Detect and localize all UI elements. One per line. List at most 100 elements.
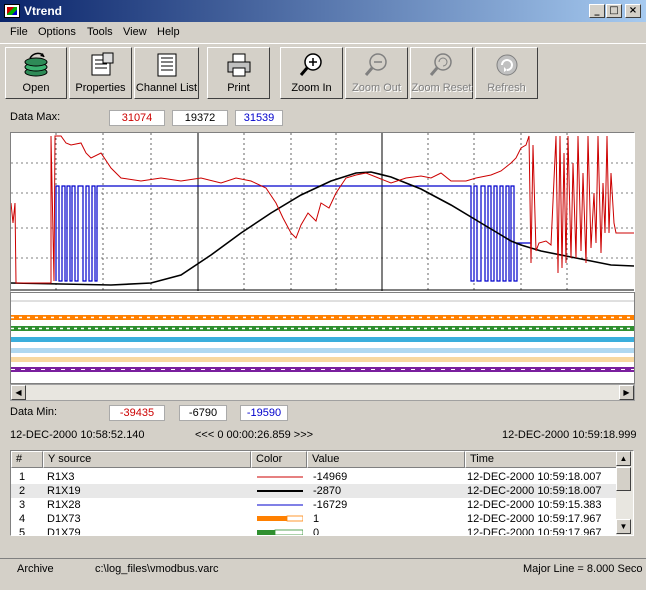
open-label: Open	[22, 82, 50, 94]
digital-channel-lightblue	[11, 348, 634, 353]
table-row[interactable]: 4 D1X73 1 12-DEC-2000 10:59:17.967	[11, 512, 617, 526]
refresh-label: Refresh	[487, 82, 526, 94]
data-min-value-2: -6790	[179, 405, 227, 421]
table-vertical-scrollbar[interactable]: ▲ ▼	[616, 451, 633, 535]
col-color[interactable]: Color	[251, 451, 307, 468]
row-source: R1X19	[47, 485, 81, 497]
row-source: D1X73	[47, 513, 81, 525]
close-icon[interactable]: ×	[625, 4, 641, 18]
row-source: R1X3	[47, 471, 75, 483]
menu-tools[interactable]: Tools	[87, 26, 113, 38]
orange-bar-swatch	[257, 515, 303, 522]
channel-list-button[interactable]: Channel List	[134, 47, 199, 99]
data-max-value-3: 31539	[235, 110, 283, 126]
maximize-icon[interactable]: □	[606, 4, 622, 18]
table-row[interactable]: 2 R1X19 -2870 12-DEC-2000 10:59:18.007	[11, 484, 617, 498]
properties-icon	[91, 52, 113, 76]
data-max-label: Data Max:	[10, 111, 61, 123]
menu-file[interactable]: File	[10, 26, 28, 38]
data-min-value-3: -19590	[240, 405, 288, 421]
zoom-in-button[interactable]: Zoom In	[280, 47, 343, 99]
zoom-out-icon	[364, 53, 387, 76]
black-line-swatch	[257, 490, 303, 492]
table-row[interactable]: 3 R1X28 -16729 12-DEC-2000 10:59:15.383	[11, 498, 617, 512]
time-end: 12-DEC-2000 10:59:18.999	[502, 429, 637, 441]
table-row[interactable]: 1 R1X3 -14969 12-DEC-2000 10:59:18.007	[11, 470, 617, 484]
toolbar: Open Properties Channel List Print Zoom …	[0, 43, 646, 99]
print-label: Print	[227, 82, 250, 94]
list-icon	[157, 53, 176, 77]
data-min-label: Data Min:	[10, 406, 58, 418]
blue-line-swatch	[257, 504, 303, 506]
trend-chart[interactable]	[10, 132, 635, 292]
grid-major	[11, 133, 634, 291]
col-y-source[interactable]: Y source	[43, 451, 251, 468]
menu-bar: File Options Tools View Help	[0, 22, 646, 42]
window-title: Vtrend	[24, 4, 63, 18]
data-max-value-2: 19372	[172, 110, 228, 126]
zoom-out-button[interactable]: Zoom Out	[345, 47, 408, 99]
channel-table[interactable]: # Y source Color Value Time 1 R1X3 -1496…	[10, 450, 634, 536]
digital-channel-cyan	[11, 337, 634, 342]
digital-strip[interactable]	[10, 292, 635, 384]
zoom-in-label: Zoom In	[291, 82, 332, 94]
row-time: 12-DEC-2000 10:59:17.967	[467, 513, 602, 525]
col-value[interactable]: Value	[307, 451, 465, 468]
row-time: 12-DEC-2000 10:59:18.007	[467, 471, 602, 483]
row-num: 1	[19, 471, 26, 483]
row-value: -16729	[313, 499, 348, 511]
red-line-swatch	[257, 476, 303, 478]
menu-help[interactable]: Help	[157, 26, 180, 38]
green-bar-swatch	[257, 529, 303, 535]
digital-channel-peach	[11, 357, 634, 362]
archive-label: Archive	[17, 563, 54, 575]
row-num: 3	[19, 499, 26, 511]
properties-button[interactable]: Properties	[69, 47, 132, 99]
scroll-up-icon[interactable]: ▲	[616, 451, 631, 466]
row-time: 12-DEC-2000 10:59:18.007	[467, 485, 602, 497]
status-bar: Archive c:\log_files\vmodbus.varc Major …	[0, 558, 646, 578]
row-time: 12-DEC-2000 10:59:17.967	[467, 527, 602, 536]
menu-view[interactable]: View	[123, 26, 147, 38]
title-bar: Vtrend _ □ ×	[0, 0, 646, 22]
print-button[interactable]: Print	[207, 47, 270, 99]
data-min-value-1: -39435	[109, 405, 165, 421]
disk-stack-icon	[24, 52, 48, 77]
refresh-button[interactable]: Refresh	[475, 47, 538, 99]
scroll-thumb[interactable]	[616, 467, 631, 491]
row-num: 5	[19, 527, 26, 536]
chart-horizontal-scrollbar[interactable]: ◀ ▶	[10, 384, 635, 401]
printer-icon	[227, 53, 250, 77]
row-time: 12-DEC-2000 10:59:15.383	[467, 499, 602, 511]
zoom-out-label: Zoom Out	[352, 82, 401, 94]
data-max-value-1: 31074	[109, 110, 165, 126]
row-value: -2870	[313, 485, 342, 497]
time-start: 12-DEC-2000 10:58:52.140	[10, 429, 145, 441]
scroll-left-icon[interactable]: ◀	[11, 385, 26, 400]
row-num: 2	[19, 485, 26, 497]
scroll-down-icon[interactable]: ▼	[616, 519, 631, 534]
col-num[interactable]: #	[11, 451, 43, 468]
zoom-reset-icon	[429, 53, 452, 76]
row-value: -14969	[313, 471, 348, 483]
series-black-curve	[10, 171, 635, 286]
row-num: 4	[19, 513, 26, 525]
row-source: D1X79	[47, 527, 81, 536]
series-red-trace	[10, 135, 634, 284]
zoom-reset-button[interactable]: Zoom Reset	[410, 47, 473, 99]
digital-plot	[11, 300, 634, 372]
minimize-icon[interactable]: _	[589, 4, 605, 18]
refresh-icon	[496, 54, 517, 76]
col-time[interactable]: Time	[465, 451, 617, 468]
menu-options[interactable]: Options	[38, 26, 76, 38]
scroll-right-icon[interactable]: ▶	[619, 385, 634, 400]
trend-plot	[10, 133, 635, 291]
open-button[interactable]: Open	[5, 47, 67, 99]
grid-minor	[11, 133, 634, 291]
channel-list-label: Channel List	[135, 82, 198, 94]
table-header: # Y source Color Value Time	[11, 451, 617, 468]
time-span: <<< 0 00:00:26.859 >>>	[195, 429, 314, 441]
zoom-in-icon	[299, 53, 322, 76]
app-icon	[4, 4, 20, 18]
table-row[interactable]: 5 D1X79 0 12-DEC-2000 10:59:17.967	[11, 526, 617, 536]
